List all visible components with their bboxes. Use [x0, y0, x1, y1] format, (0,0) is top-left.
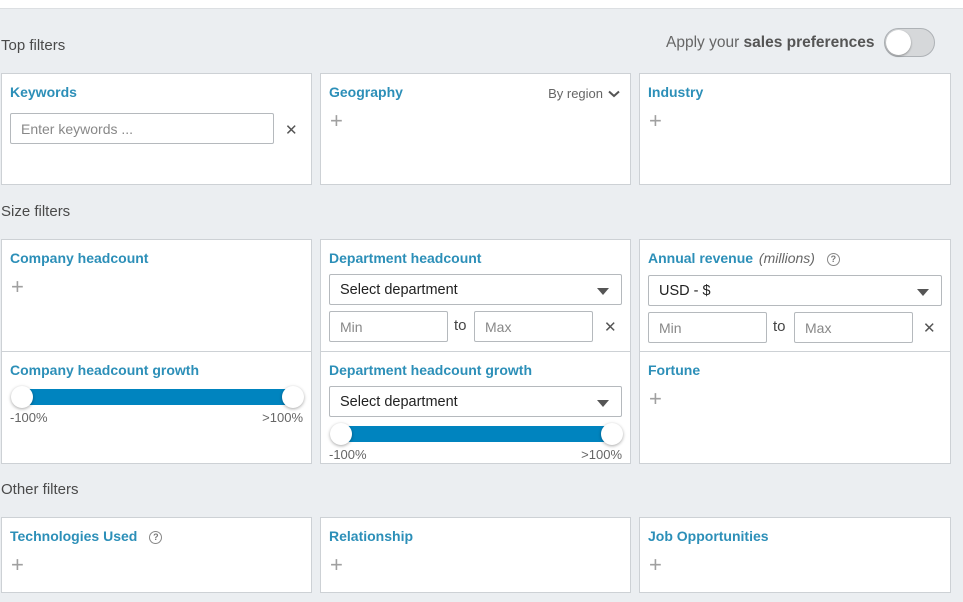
company-headcount-card: Company headcount + — [1, 239, 312, 352]
annual-revenue-title-text: Annual revenue — [648, 250, 754, 266]
department-headcount-min-input[interactable]: Min — [329, 311, 448, 342]
company-headcount-growth-title: Company headcount growth — [10, 362, 199, 378]
annual-revenue-unit: (millions) — [758, 250, 815, 266]
slider-track — [341, 426, 612, 442]
fortune-card: Fortune + — [639, 351, 951, 464]
geography-card: Geography By region + — [320, 73, 631, 185]
slider-min-handle[interactable] — [11, 386, 33, 408]
geography-title: Geography — [329, 84, 403, 100]
section-title-top-filters: Top filters — [1, 37, 66, 54]
caret-down-icon — [917, 289, 929, 296]
department-headcount-card: Department headcount Select department M… — [320, 239, 631, 352]
help-icon[interactable]: ? — [149, 531, 163, 544]
department-headcount-title: Department headcount — [329, 250, 482, 266]
department-headcount-growth-min-label: -100% — [329, 447, 367, 462]
add-fortune-icon[interactable]: + — [649, 388, 662, 410]
slider-min-handle[interactable] — [330, 423, 352, 445]
geography-mode-dropdown[interactable]: By region — [548, 86, 620, 101]
slider-max-handle[interactable] — [601, 423, 623, 445]
clear-keywords-icon[interactable]: ✕ — [285, 121, 298, 139]
geography-mode-label: By region — [548, 86, 603, 101]
toggle-knob — [885, 30, 911, 55]
department-headcount-max-input[interactable]: Max — [474, 311, 593, 342]
currency-select-value: USD - $ — [659, 282, 711, 299]
add-job-opportunity-icon[interactable]: + — [649, 554, 662, 576]
slider-track — [22, 389, 293, 405]
company-headcount-growth-card: Company headcount growth -100% >100% — [1, 351, 312, 464]
technologies-used-title: Technologies Used? — [10, 528, 163, 544]
annual-revenue-to-label: to — [773, 318, 786, 335]
currency-select[interactable]: USD - $ — [648, 275, 942, 306]
job-opportunities-title: Job Opportunities — [648, 528, 769, 544]
annual-revenue-card: Annual revenue (millions)? USD - $ Min t… — [639, 239, 951, 352]
department-headcount-select-value: Select department — [340, 281, 458, 298]
section-title-other-filters: Other filters — [1, 481, 79, 498]
department-headcount-to-label: to — [454, 317, 467, 334]
company-headcount-growth-slider[interactable] — [11, 386, 304, 408]
add-geography-icon[interactable]: + — [330, 110, 343, 132]
department-headcount-select[interactable]: Select department — [329, 274, 622, 305]
company-headcount-growth-min-label: -100% — [10, 410, 48, 425]
sales-preferences-toggle[interactable] — [883, 28, 935, 57]
technologies-used-title-text: Technologies Used — [10, 528, 138, 544]
slider-max-handle[interactable] — [282, 386, 304, 408]
job-opportunities-card: Job Opportunities + — [639, 517, 951, 593]
add-relationship-icon[interactable]: + — [330, 554, 343, 576]
keywords-card: Keywords Enter keywords ... ✕ — [1, 73, 312, 185]
department-headcount-growth-select-value: Select department — [340, 393, 458, 410]
department-headcount-growth-card: Department headcount growth Select depar… — [320, 351, 631, 464]
add-company-headcount-icon[interactable]: + — [11, 276, 24, 298]
keywords-input[interactable]: Enter keywords ... — [10, 113, 274, 144]
relationship-card: Relationship + — [320, 517, 631, 593]
sales-preferences-label: Apply your sales preferences — [666, 34, 875, 52]
help-icon[interactable]: ? — [826, 253, 840, 266]
chevron-down-icon — [608, 90, 620, 97]
fortune-title: Fortune — [648, 362, 701, 378]
industry-card: Industry + — [639, 73, 951, 185]
annual-revenue-min-input[interactable]: Min — [648, 312, 767, 343]
company-headcount-growth-max-label: >100% — [262, 410, 303, 425]
add-technology-icon[interactable]: + — [11, 554, 24, 576]
sales-preferences-bold: sales preferences — [743, 33, 875, 51]
sales-preferences: Apply your sales preferences — [666, 28, 935, 57]
industry-title: Industry — [648, 84, 704, 100]
add-industry-icon[interactable]: + — [649, 110, 662, 132]
caret-down-icon — [597, 400, 609, 407]
top-bar — [0, 0, 963, 9]
annual-revenue-max-input[interactable]: Max — [794, 312, 913, 343]
section-title-size-filters: Size filters — [1, 203, 71, 220]
annual-revenue-title: Annual revenue (millions)? — [648, 250, 840, 266]
department-headcount-growth-slider[interactable] — [330, 423, 623, 445]
sales-preferences-prefix: Apply your — [666, 33, 744, 51]
department-headcount-growth-max-label: >100% — [581, 447, 622, 462]
caret-down-icon — [597, 288, 609, 295]
department-headcount-growth-title: Department headcount growth — [329, 362, 533, 378]
clear-department-headcount-icon[interactable]: ✕ — [604, 318, 617, 336]
technologies-used-card: Technologies Used? + — [1, 517, 312, 593]
company-headcount-title: Company headcount — [10, 250, 149, 266]
keywords-title: Keywords — [10, 84, 77, 100]
clear-annual-revenue-icon[interactable]: ✕ — [923, 319, 936, 337]
relationship-title: Relationship — [329, 528, 414, 544]
department-headcount-growth-select[interactable]: Select department — [329, 386, 622, 417]
